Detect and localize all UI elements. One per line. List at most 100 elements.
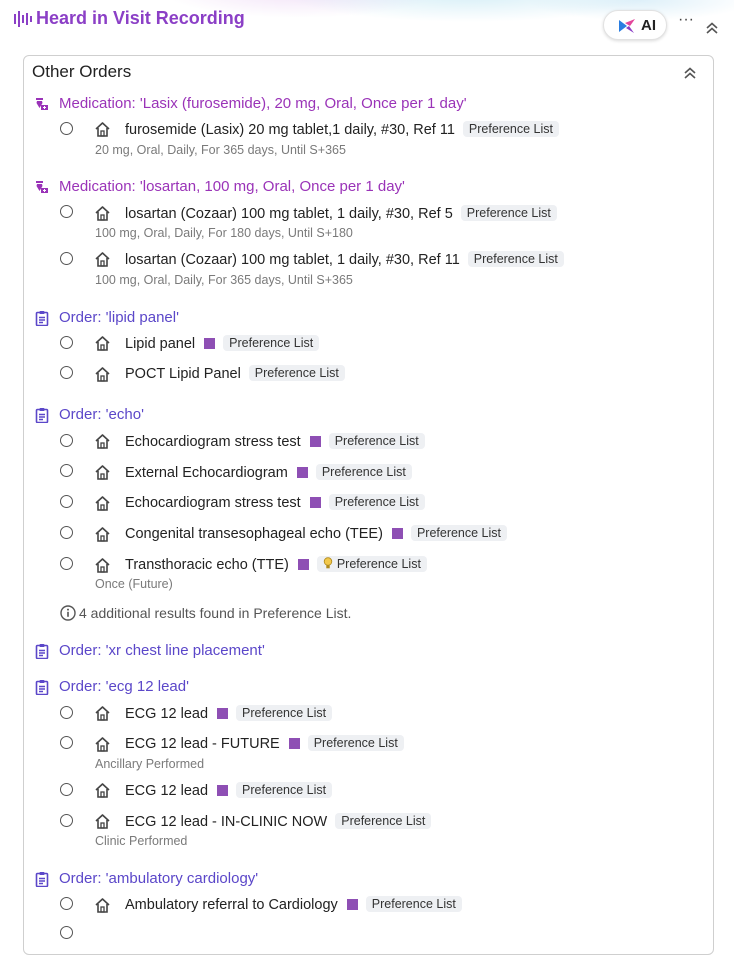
order-marker-square <box>288 738 300 749</box>
preference-list-badge: Preference List <box>335 813 432 829</box>
order-item[interactable]: Lipid panel Preference List <box>125 335 320 352</box>
order-marker-square <box>309 436 321 447</box>
home-facility-icon <box>94 433 111 450</box>
item-radio[interactable] <box>60 814 73 827</box>
order-item[interactable]: Echocardiogram stress test Preference Lis… <box>125 494 425 511</box>
clipboard-icon <box>34 679 50 695</box>
collapse-section-icon[interactable] <box>683 66 697 80</box>
preference-list-badge: Preference List <box>328 494 425 510</box>
item-radio[interactable] <box>60 783 73 796</box>
order-item[interactable]: Congenital transesophageal echo (TEE) Pre… <box>125 525 508 542</box>
audio-wave-icon <box>14 11 32 27</box>
preference-list-badge: Preference List <box>467 251 564 267</box>
preference-list-badge: Preference List <box>223 335 320 351</box>
order-item[interactable]: losartan (Cozaar) 100 mg tablet, 1 daily… <box>125 251 564 268</box>
item-radio[interactable] <box>60 736 73 749</box>
order-item-name: Echocardiogram stress test <box>125 434 301 450</box>
home-facility-icon <box>94 705 111 722</box>
order-item-name: ECG 12 lead <box>125 783 209 799</box>
home-facility-icon <box>94 335 111 352</box>
order-item-name: losartan (Cozaar) 100 mg tablet, 1 daily… <box>125 252 460 268</box>
order-item-name: Congenital transesophageal echo (TEE) <box>125 526 383 542</box>
clipboard-icon <box>34 310 50 326</box>
group-heading-label: Medication: 'losartan, 100 mg, Oral, Onc… <box>59 178 405 195</box>
home-facility-icon <box>94 557 111 574</box>
order-item[interactable]: Echocardiogram stress test Preference Lis… <box>125 433 425 450</box>
item-radio[interactable] <box>60 205 73 218</box>
home-facility-icon <box>94 782 111 799</box>
home-facility-icon <box>94 495 111 512</box>
order-item[interactable]: External Echocardiogram Preference List <box>125 464 412 481</box>
order-item-detail: 20 mg, Oral, Daily, For 365 days, Until … <box>95 143 346 157</box>
order-marker-square <box>297 559 309 570</box>
item-radio[interactable] <box>60 526 73 539</box>
ai-sparkle-icon <box>619 19 635 33</box>
preference-list-badge: Preference List <box>236 705 333 721</box>
additional-results-note: 4 additional results found in Preference… <box>60 605 351 621</box>
item-radio[interactable] <box>60 706 73 719</box>
order-marker-square <box>346 899 358 910</box>
order-item[interactable]: ECG 12 lead - IN-CLINIC NOW Preference Li… <box>125 813 432 830</box>
order-item[interactable]: ECG 12 lead - FUTURE Preference List <box>125 735 404 752</box>
preference-list-badge: Preference List <box>328 433 425 449</box>
order-item-detail: Clinic Performed <box>95 834 188 848</box>
order-item[interactable]: Ambulatory referral to Cardiology Prefere… <box>125 896 462 913</box>
preference-list-badge: Preference List <box>316 556 427 572</box>
item-radio[interactable] <box>60 557 73 570</box>
order-item-name: ECG 12 lead - FUTURE <box>125 736 280 752</box>
item-radio[interactable] <box>60 252 73 265</box>
item-radio[interactable] <box>60 122 73 135</box>
preference-list-badge: Preference List <box>365 896 462 912</box>
more-options-icon[interactable]: ··· <box>678 12 694 28</box>
info-icon <box>60 605 76 621</box>
preference-list-badge: Preference List <box>410 525 508 541</box>
home-facility-icon <box>94 205 111 222</box>
group-heading-label: Order: 'xr chest line placement' <box>59 642 265 659</box>
preference-list-badge: Preference List <box>315 464 412 480</box>
order-item-name: losartan (Cozaar) 100 mg tablet, 1 daily… <box>125 206 453 222</box>
item-radio[interactable] <box>60 434 73 447</box>
item-radio[interactable] <box>60 495 73 508</box>
preference-list-badge: Preference List <box>307 735 404 751</box>
home-facility-icon <box>94 251 111 268</box>
home-facility-icon <box>94 366 111 383</box>
group-heading-label: Medication: 'Lasix (furosemide), 20 mg, … <box>59 95 467 112</box>
order-item[interactable]: POCT Lipid Panel Preference List <box>125 365 345 382</box>
clipboard-icon <box>34 871 50 887</box>
order-item-name: ECG 12 lead - IN-CLINIC NOW <box>125 814 328 830</box>
medication-icon <box>34 179 50 195</box>
order-item[interactable]: Transthoracic echo (TTE) Preference List <box>125 556 427 573</box>
order-item-name: ECG 12 lead <box>125 706 209 722</box>
home-facility-icon <box>94 464 111 481</box>
order-item-name: furosemide (Lasix) 20 mg tablet,1 daily,… <box>125 122 455 138</box>
order-item-detail: Ancillary Performed <box>95 757 205 771</box>
order-item[interactable]: ECG 12 lead Preference List <box>125 705 333 722</box>
order-marker-square <box>309 497 321 508</box>
home-facility-icon <box>94 736 111 753</box>
order-item[interactable]: furosemide (Lasix) 20 mg tablet,1 daily,… <box>125 121 559 138</box>
item-radio[interactable] <box>60 897 73 910</box>
order-item[interactable]: losartan (Cozaar) 100 mg tablet, 1 daily… <box>125 205 557 222</box>
order-item-name: POCT Lipid Panel <box>125 366 241 382</box>
clipboard-icon <box>34 643 50 659</box>
order-item-name: Lipid panel <box>125 336 196 352</box>
home-facility-icon <box>94 813 111 830</box>
order-item[interactable]: ECG 12 lead Preference List <box>125 782 333 799</box>
order-marker-square <box>217 708 229 719</box>
medication-icon <box>34 96 50 112</box>
section-title: Other Orders <box>32 62 132 81</box>
item-radio[interactable] <box>60 336 73 349</box>
item-radio[interactable] <box>60 464 73 477</box>
order-marker-square <box>217 785 229 796</box>
order-item-detail: Once (Future) <box>95 577 173 591</box>
additional-results-text: 4 additional results found in Preference… <box>79 605 352 621</box>
home-facility-icon <box>94 526 111 543</box>
ai-button[interactable]: AI <box>603 10 667 40</box>
item-radio[interactable] <box>60 366 73 379</box>
collapse-panel-icon[interactable] <box>705 21 719 35</box>
preference-list-badge: Preference List <box>462 121 559 137</box>
order-item-name: Echocardiogram stress test <box>125 495 301 511</box>
group-heading-label: Order: 'ambulatory cardiology' <box>59 870 259 887</box>
preference-list-badge-label: Preference List <box>336 557 421 571</box>
home-facility-icon <box>94 121 111 138</box>
